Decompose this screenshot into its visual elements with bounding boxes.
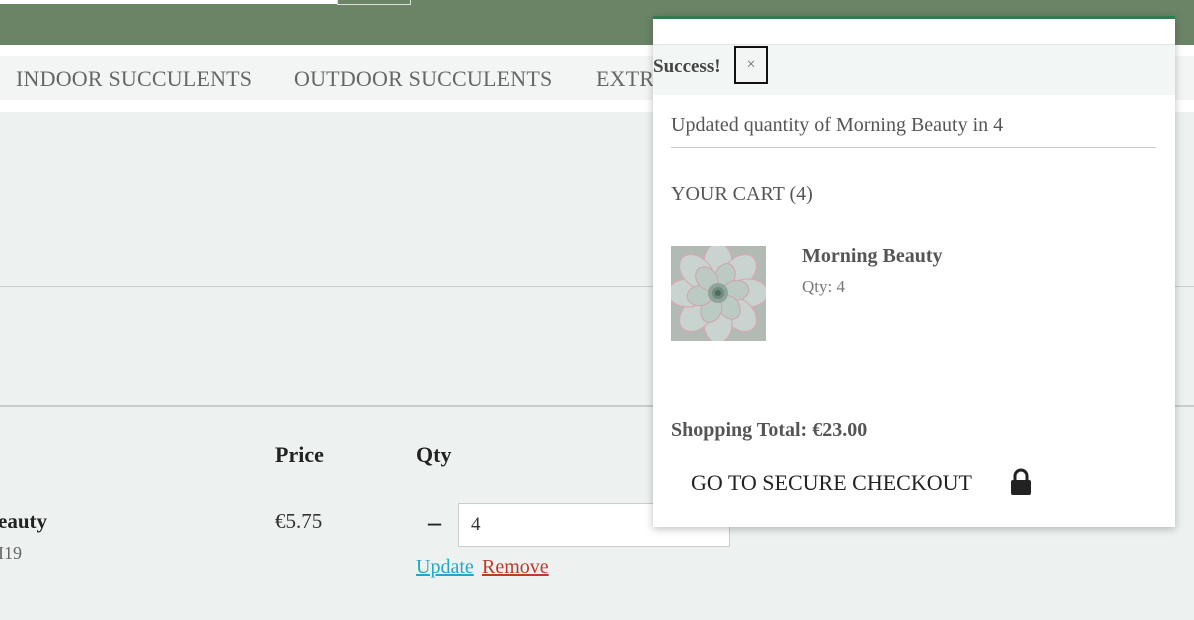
popup-title: Success! bbox=[653, 56, 721, 77]
cart-notification-popup: Success! × Updated quantity of Morning B… bbox=[653, 16, 1175, 527]
cart-summary-title: YOUR CART (4) bbox=[671, 183, 813, 205]
nav-item-indoor-succulents[interactable]: INDOOR SUCCULENTS bbox=[16, 66, 252, 92]
search-button[interactable] bbox=[337, 0, 411, 5]
cart-item-price: €5.75 bbox=[275, 509, 323, 533]
succulent-rosette-image[interactable] bbox=[671, 246, 766, 341]
cart-item-qty: Qty: 4 bbox=[802, 277, 845, 296]
lock-icon bbox=[1009, 468, 1033, 496]
decrease-qty-button[interactable]: – bbox=[428, 508, 441, 538]
cart-item-name[interactable]: eauty bbox=[0, 509, 47, 534]
remove-link[interactable]: Remove bbox=[482, 556, 549, 579]
nav-item-outdoor-succulents[interactable]: OUTDOOR SUCCULENTS bbox=[294, 66, 552, 92]
secure-checkout-button[interactable]: GO TO SECURE CHECKOUT bbox=[691, 470, 972, 496]
column-header-price: Price bbox=[275, 442, 324, 467]
close-button[interactable]: × bbox=[734, 46, 768, 84]
column-header-qty: Qty bbox=[416, 442, 452, 467]
divider bbox=[671, 147, 1156, 148]
cart-item-sku: I19 bbox=[0, 543, 22, 563]
search-input[interactable] bbox=[0, 0, 337, 4]
cart-item-name[interactable]: Morning Beauty bbox=[802, 245, 943, 268]
popup-header bbox=[653, 44, 1175, 95]
shopping-total: Shopping Total: €23.00 bbox=[671, 419, 868, 441]
update-link[interactable]: Update bbox=[416, 556, 474, 579]
popup-message: Updated quantity of Morning Beauty in 4 bbox=[671, 114, 1004, 136]
